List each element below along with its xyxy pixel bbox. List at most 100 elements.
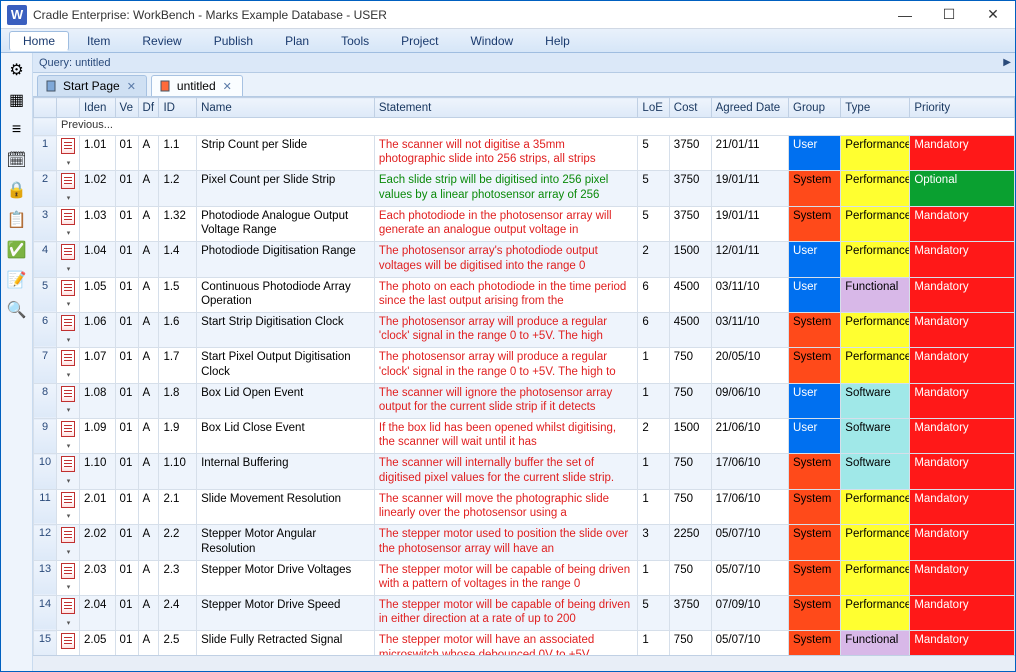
row-menu-icon[interactable]: ▾	[67, 513, 71, 520]
table-row[interactable]: 4▾1.0401A1.4Photodiode Digitisation Rang…	[34, 242, 1015, 277]
tab-close-icon[interactable]: ✕	[221, 80, 234, 93]
table-row[interactable]: 1▾1.0101A1.1Strip Count per SlideThe sca…	[34, 136, 1015, 171]
maximize-button[interactable]: ☐	[927, 1, 971, 28]
row-menu-icon[interactable]: ▾	[67, 443, 71, 450]
menu-publish[interactable]: Publish	[200, 31, 267, 51]
menu-home[interactable]: Home	[9, 31, 69, 51]
row-icon-cell[interactable]: ▾	[57, 277, 80, 312]
menu-tools[interactable]: Tools	[327, 31, 383, 51]
menu-help[interactable]: Help	[531, 31, 584, 51]
table-row[interactable]: 5▾1.0501A1.5Continuous Photodiode Array …	[34, 277, 1015, 312]
horizontal-scrollbar[interactable]	[33, 655, 1015, 671]
table-row[interactable]: 14▾2.0401A2.4Stepper Motor Drive SpeedTh…	[34, 595, 1015, 630]
table-row[interactable]: 2▾1.0201A1.2Pixel Count per Slide StripE…	[34, 171, 1015, 206]
row-number[interactable]: 14	[34, 595, 57, 630]
row-number[interactable]: 15	[34, 631, 57, 655]
row-icon-cell[interactable]: ▾	[57, 242, 80, 277]
tab-start-page[interactable]: Start Page✕	[37, 75, 147, 96]
side-tool-3[interactable]: 🗓	[6, 149, 28, 171]
row-number[interactable]: 2	[34, 171, 57, 206]
col-header-id[interactable]: ID	[159, 98, 197, 118]
col-header-statement[interactable]: Statement	[374, 98, 638, 118]
tab-untitled[interactable]: untitled✕	[151, 75, 243, 96]
side-tool-0[interactable]: ⚙	[6, 59, 28, 81]
row-menu-icon[interactable]: ▾	[67, 549, 71, 556]
row-menu-icon[interactable]: ▾	[67, 407, 71, 414]
col-header-priority[interactable]: Priority	[910, 98, 1015, 118]
row-icon-cell[interactable]: ▾	[57, 171, 80, 206]
col-header-type[interactable]: Type	[841, 98, 910, 118]
row-menu-icon[interactable]: ▾	[67, 584, 71, 591]
side-tool-1[interactable]: ▦	[6, 89, 28, 111]
col-header-blank1[interactable]	[57, 98, 80, 118]
side-tool-4[interactable]: 🔒	[6, 179, 28, 201]
row-icon-cell[interactable]: ▾	[57, 631, 80, 655]
table-row[interactable]: 13▾2.0301A2.3Stepper Motor Drive Voltage…	[34, 560, 1015, 595]
col-header-blank0[interactable]	[34, 98, 57, 118]
table-row[interactable]: 7▾1.0701A1.7Start Pixel Output Digitisat…	[34, 348, 1015, 383]
col-header-iden[interactable]: Iden	[80, 98, 116, 118]
row-menu-icon[interactable]: ▾	[67, 478, 71, 485]
col-header-ve[interactable]: Ve	[115, 98, 138, 118]
row-header-prev[interactable]	[34, 118, 57, 136]
previous-link[interactable]: Previous...	[57, 118, 1015, 136]
table-row[interactable]: 8▾1.0801A1.8Box Lid Open EventThe scanne…	[34, 383, 1015, 418]
results-grid[interactable]: IdenVeDfIDNameStatementLoECostAgreed Dat…	[33, 97, 1015, 655]
query-bar[interactable]: Query: untitled ▶	[33, 53, 1015, 73]
side-tool-5[interactable]: 📋	[6, 209, 28, 231]
col-header-df[interactable]: Df	[138, 98, 159, 118]
row-menu-icon[interactable]: ▾	[67, 230, 71, 237]
row-number[interactable]: 8	[34, 383, 57, 418]
row-menu-icon[interactable]: ▾	[67, 301, 71, 308]
row-icon-cell[interactable]: ▾	[57, 560, 80, 595]
row-menu-icon[interactable]: ▾	[67, 195, 71, 202]
table-row[interactable]: 9▾1.0901A1.9Box Lid Close EventIf the bo…	[34, 419, 1015, 454]
table-row[interactable]: 11▾2.0101A2.1Slide Movement ResolutionTh…	[34, 489, 1015, 524]
row-number[interactable]: 11	[34, 489, 57, 524]
menu-project[interactable]: Project	[387, 31, 452, 51]
tab-close-icon[interactable]: ✕	[125, 80, 138, 93]
query-scroll-right-icon[interactable]: ▶	[1003, 57, 1011, 68]
table-row[interactable]: 10▾1.1001A1.10Internal BufferingThe scan…	[34, 454, 1015, 489]
menu-item[interactable]: Item	[73, 31, 124, 51]
table-row[interactable]: 3▾1.0301A1.32Photodiode Analogue Output …	[34, 206, 1015, 241]
row-icon-cell[interactable]: ▾	[57, 525, 80, 560]
row-number[interactable]: 13	[34, 560, 57, 595]
row-menu-icon[interactable]: ▾	[67, 160, 71, 167]
menu-review[interactable]: Review	[128, 31, 195, 51]
table-row[interactable]: 12▾2.0201A2.2Stepper Motor Angular Resol…	[34, 525, 1015, 560]
close-button[interactable]: ✕	[971, 1, 1015, 28]
row-menu-icon[interactable]: ▾	[67, 620, 71, 627]
row-number[interactable]: 4	[34, 242, 57, 277]
row-icon-cell[interactable]: ▾	[57, 489, 80, 524]
row-number[interactable]: 5	[34, 277, 57, 312]
row-icon-cell[interactable]: ▾	[57, 454, 80, 489]
side-tool-8[interactable]: 🔍	[6, 299, 28, 321]
row-number[interactable]: 10	[34, 454, 57, 489]
row-icon-cell[interactable]: ▾	[57, 383, 80, 418]
side-tool-6[interactable]: ✅	[6, 239, 28, 261]
row-icon-cell[interactable]: ▾	[57, 136, 80, 171]
row-number[interactable]: 6	[34, 312, 57, 347]
col-header-agreed-date[interactable]: Agreed Date	[711, 98, 788, 118]
row-icon-cell[interactable]: ▾	[57, 348, 80, 383]
row-icon-cell[interactable]: ▾	[57, 595, 80, 630]
row-number[interactable]: 9	[34, 419, 57, 454]
row-number[interactable]: 3	[34, 206, 57, 241]
side-tool-7[interactable]: 📝	[6, 269, 28, 291]
row-number[interactable]: 12	[34, 525, 57, 560]
row-icon-cell[interactable]: ▾	[57, 206, 80, 241]
row-menu-icon[interactable]: ▾	[67, 337, 71, 344]
col-header-loe[interactable]: LoE	[638, 98, 669, 118]
side-tool-2[interactable]: ≡	[6, 119, 28, 141]
minimize-button[interactable]: —	[883, 1, 927, 28]
menu-window[interactable]: Window	[456, 31, 527, 51]
row-number[interactable]: 1	[34, 136, 57, 171]
row-icon-cell[interactable]: ▾	[57, 312, 80, 347]
menu-plan[interactable]: Plan	[271, 31, 323, 51]
table-row[interactable]: 15▾2.0501A2.5Slide Fully Retracted Signa…	[34, 631, 1015, 655]
row-menu-icon[interactable]: ▾	[67, 266, 71, 273]
row-number[interactable]: 7	[34, 348, 57, 383]
row-icon-cell[interactable]: ▾	[57, 419, 80, 454]
row-menu-icon[interactable]: ▾	[67, 372, 71, 379]
